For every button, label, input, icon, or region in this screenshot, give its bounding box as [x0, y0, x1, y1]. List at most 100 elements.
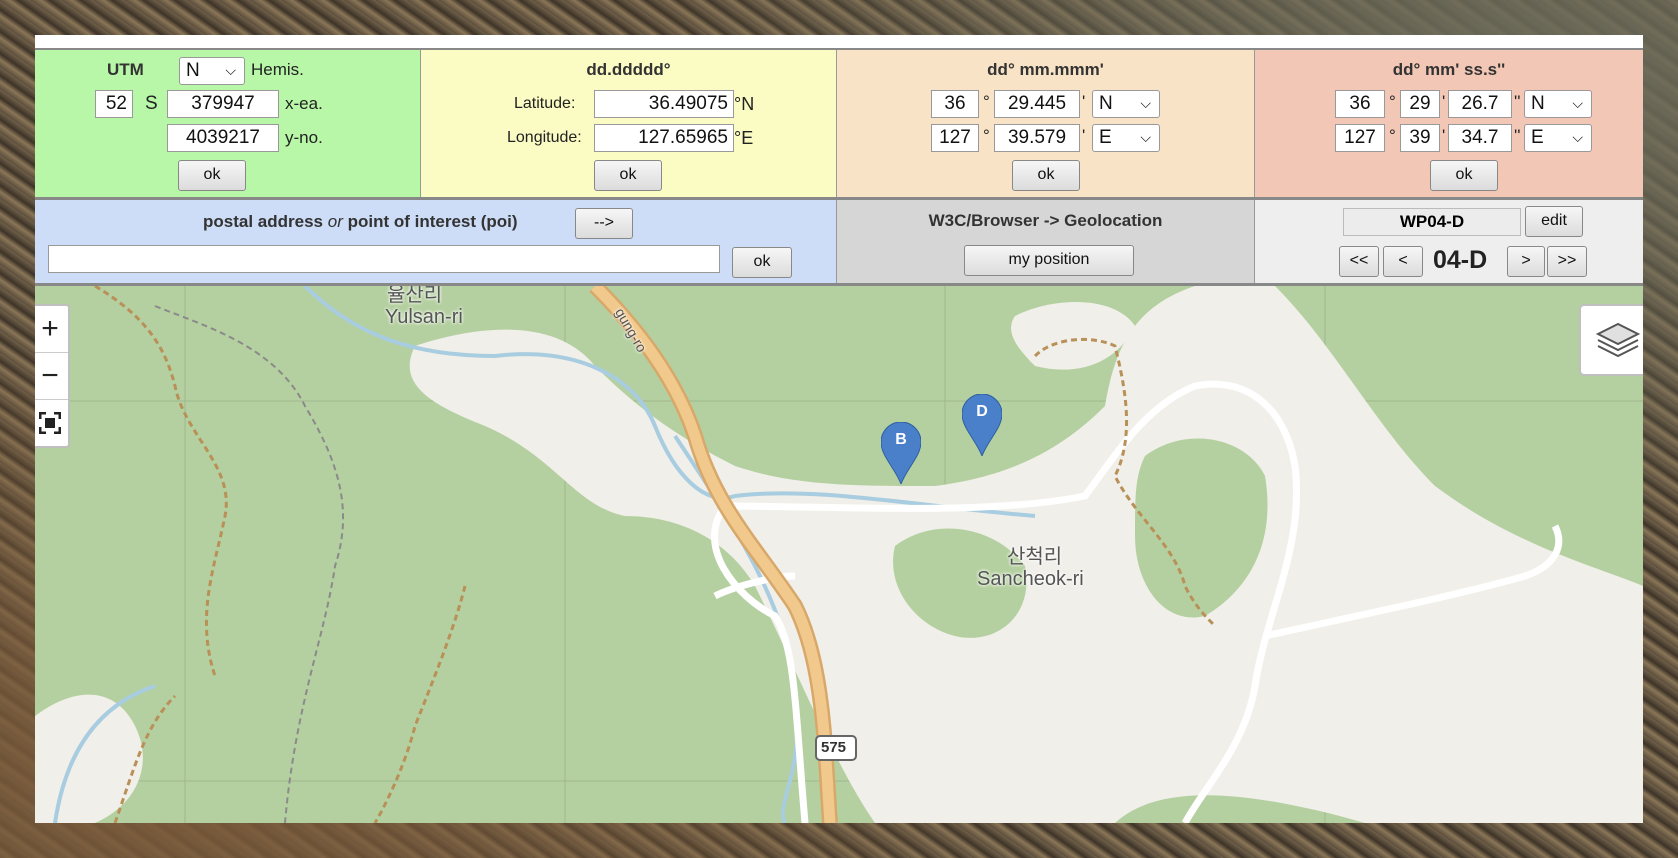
map-view[interactable]: 율산리 Yulsan-ri 산척리 Sancheok-ri gung-ro 57… — [35, 286, 1643, 823]
current-waypoint-label: 04-D — [1433, 246, 1488, 274]
utm-ok-button[interactable]: ok — [178, 160, 246, 191]
hemisphere-label: Hemis. — [251, 60, 304, 79]
waypoint-edit-button[interactable]: edit — [1525, 206, 1583, 237]
latitude-input[interactable]: 36.49075 — [594, 90, 734, 118]
minute-symbol: ' — [1442, 92, 1446, 111]
degree-symbol: ° — [1389, 126, 1396, 145]
route-number: 575 — [821, 739, 847, 756]
first-waypoint-button[interactable]: << — [1339, 246, 1379, 277]
utm-northing-label: y-no. — [285, 128, 323, 147]
dm-ok-button[interactable]: ok — [1012, 160, 1080, 191]
next-waypoint-button[interactable]: > — [1507, 246, 1545, 277]
previous-waypoint-button[interactable]: < — [1383, 246, 1423, 277]
marker-label: B — [895, 431, 907, 448]
geolocation-panel: W3C/Browser -> Geolocation my position — [837, 200, 1255, 283]
last-waypoint-button[interactable]: >> — [1547, 246, 1587, 277]
address-title-b: point of interest (poi) — [347, 212, 518, 231]
zoom-out-button[interactable]: − — [35, 353, 68, 400]
utm-easting-input[interactable]: 379947 — [167, 90, 279, 118]
dd-ok-button[interactable]: ok — [594, 160, 662, 191]
dms-lon-direction-select[interactable]: E ⌵ — [1524, 124, 1592, 152]
waypoint-marker-d[interactable]: D — [961, 393, 1003, 458]
degrees-minutes-seconds-panel: dd° mm' ss.s'' 36 ° 29 ' 26.7 '' N ⌵ 127… — [1255, 50, 1643, 197]
dms-ok-button[interactable]: ok — [1430, 160, 1498, 191]
dm-lon-degrees-input[interactable]: 127 — [931, 124, 979, 152]
waypoint-marker-b[interactable]: B — [880, 421, 922, 486]
place-label-yulsan-ko: 율산리 — [387, 286, 443, 306]
utm-band-label: S — [145, 93, 158, 114]
zoom-in-button[interactable]: + — [35, 306, 68, 353]
dm-lat-direction-value: N — [1099, 93, 1113, 114]
utm-title: UTM — [107, 60, 144, 79]
degrees-minutes-panel: dd° mm.mmm' 36 ° 29.445 ' N ⌵ 127 ° 39.5… — [837, 50, 1255, 197]
dm-title: dd° mm.mmm' — [987, 60, 1104, 79]
place-label-sancheok-en: Sancheok-ri — [977, 568, 1084, 590]
fullscreen-button[interactable] — [35, 400, 68, 446]
address-arrow-button[interactable]: --> — [575, 208, 633, 239]
address-title: postal address or point of interest (poi… — [203, 212, 518, 232]
hemisphere-select[interactable]: N ⌵ — [179, 57, 245, 85]
minute-symbol: ' — [1082, 126, 1086, 145]
latitude-label: Latitude: — [514, 95, 576, 112]
longitude-input[interactable]: 127.65965 — [594, 124, 734, 152]
utm-easting-label: x-ea. — [285, 94, 323, 113]
address-title-a: postal address — [203, 212, 323, 231]
dm-lat-degrees-input[interactable]: 36 — [931, 90, 979, 118]
coordinate-row: UTM N ⌵ Hemis. 52 S 379947 x-ea. 4039217… — [35, 50, 1643, 200]
dms-lon-direction-value: E — [1531, 127, 1544, 148]
clearing-area — [1011, 302, 1135, 370]
minute-symbol: ' — [1442, 126, 1446, 145]
dms-lat-seconds-input[interactable]: 26.7 — [1448, 90, 1512, 118]
dm-lat-direction-select[interactable]: N ⌵ — [1092, 90, 1160, 118]
minute-symbol: ' — [1082, 92, 1086, 111]
waypoint-name: WP04-D — [1343, 208, 1521, 236]
address-ok-button[interactable]: ok — [732, 247, 792, 278]
clearing-area — [35, 694, 143, 823]
chevron-down-icon: ⌵ — [225, 62, 236, 78]
longitude-label: Longitude: — [507, 129, 582, 146]
chevron-down-icon: ⌵ — [1140, 95, 1151, 111]
dms-lat-minutes-input[interactable]: 29 — [1400, 90, 1440, 118]
dms-lon-seconds-input[interactable]: 34.7 — [1448, 124, 1512, 152]
fullscreen-icon — [38, 411, 62, 435]
address-title-or: or — [327, 212, 343, 231]
dm-lon-minutes-input[interactable]: 39.579 — [994, 124, 1080, 152]
decimal-degrees-panel: dd.ddddd° Latitude: 36.49075 °N Longitud… — [421, 50, 837, 197]
boundary-line — [154, 305, 345, 823]
hemisphere-value: N — [186, 60, 200, 81]
search-row: postal address or point of interest (poi… — [35, 200, 1643, 286]
utm-northing-input[interactable]: 4039217 — [167, 124, 279, 152]
degree-symbol: ° — [983, 92, 990, 111]
degree-symbol: ° — [983, 126, 990, 145]
zoom-control: + − — [35, 304, 70, 448]
app-frame: UTM N ⌵ Hemis. 52 S 379947 x-ea. 4039217… — [35, 35, 1643, 823]
dd-title: dd.ddddd° — [586, 60, 671, 79]
second-symbol: '' — [1514, 92, 1521, 111]
utm-zone-input[interactable]: 52 — [95, 90, 133, 118]
dm-lon-direction-select[interactable]: E ⌵ — [1092, 124, 1160, 152]
dms-lon-degrees-input[interactable]: 127 — [1335, 124, 1385, 152]
address-input[interactable] — [48, 245, 720, 273]
waypoint-panel: WP04-D edit << < 04-D > >> — [1255, 200, 1643, 283]
chevron-down-icon: ⌵ — [1140, 129, 1151, 145]
chevron-down-icon: ⌵ — [1572, 129, 1583, 145]
top-strip — [35, 35, 1643, 51]
utm-panel: UTM N ⌵ Hemis. 52 S 379947 x-ea. 4039217… — [35, 50, 421, 197]
degree-symbol: ° — [1389, 92, 1396, 111]
layers-button[interactable] — [1579, 304, 1643, 376]
address-panel: postal address or point of interest (poi… — [35, 200, 837, 283]
dms-lat-direction-value: N — [1531, 93, 1545, 114]
dms-lat-direction-select[interactable]: N ⌵ — [1524, 90, 1592, 118]
longitude-unit: °E — [734, 128, 754, 148]
layers-icon — [1595, 322, 1641, 358]
dms-title: dd° mm' ss.s'' — [1392, 60, 1506, 79]
geolocation-title: W3C/Browser -> Geolocation — [928, 211, 1163, 230]
dms-lon-minutes-input[interactable]: 39 — [1400, 124, 1440, 152]
chevron-down-icon: ⌵ — [1572, 95, 1583, 111]
dm-lat-minutes-input[interactable]: 29.445 — [994, 90, 1080, 118]
dms-lat-degrees-input[interactable]: 36 — [1335, 90, 1385, 118]
dm-lon-direction-value: E — [1099, 127, 1112, 148]
second-symbol: '' — [1514, 126, 1521, 145]
place-label-sancheok-ko: 산척리 — [1007, 546, 1063, 568]
my-position-button[interactable]: my position — [964, 245, 1134, 276]
